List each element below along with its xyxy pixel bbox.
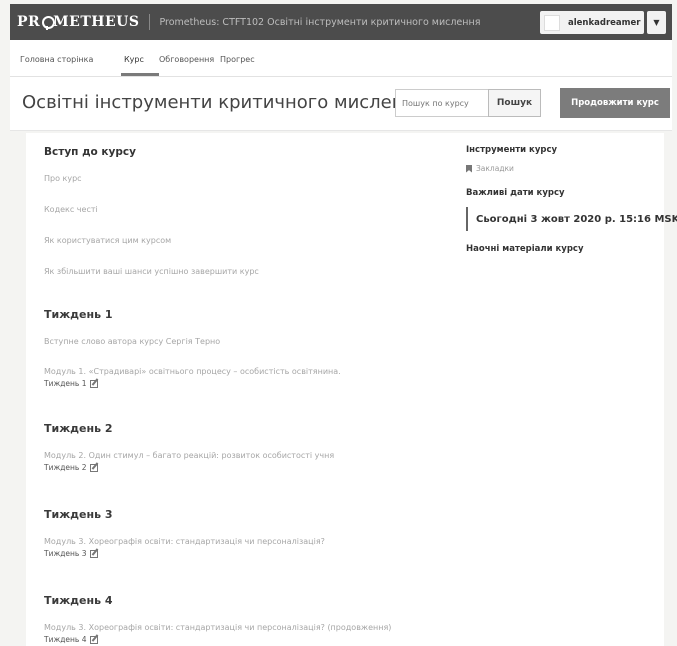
week-1-link-intro[interactable]: Вступне слово автора курсу Сергія Терно	[44, 337, 220, 346]
tab-progress[interactable]: Прогрес	[220, 55, 255, 64]
search-button[interactable]: Пошук	[488, 89, 541, 117]
course-outline: Вступ до курсу Про курс Кодекс честі Як …	[26, 133, 677, 646]
week-2-sub: Тиждень 2	[44, 463, 98, 472]
avatar	[544, 14, 560, 31]
continue-course-button[interactable]: Продовжити курс	[560, 88, 670, 118]
week-2-title: Тиждень 2	[44, 422, 113, 435]
page-title: Освітні інструменти критичного мислення	[22, 92, 427, 113]
important-dates-title: Важливі дати курсу	[466, 188, 565, 198]
pencil-edit-icon[interactable]	[89, 463, 98, 472]
pencil-edit-icon[interactable]	[89, 379, 98, 388]
dropdown-caret-icon: ▼	[653, 18, 660, 27]
pencil-edit-icon[interactable]	[89, 549, 98, 558]
week-1-link-module[interactable]: Модуль 1. «Страдиварі» освітнього процес…	[44, 367, 341, 376]
username: alenkadreamer	[568, 17, 641, 28]
week-4-title: Тиждень 4	[44, 594, 113, 607]
week-1-sub: Тиждень 1	[44, 379, 98, 388]
week-2-link-module[interactable]: Модуль 2. Один стимул – багато реакцій: …	[44, 451, 334, 460]
intro-link-honor-code[interactable]: Кодекс честі	[44, 205, 98, 214]
search-input[interactable]	[395, 89, 493, 117]
top-bar: PR METHEUS Prometheus: CTFT102 Освітні ін…	[10, 4, 672, 40]
week-4-sub: Тиждень 4	[44, 635, 98, 644]
bookmarks-link[interactable]: Закладки	[466, 164, 514, 173]
logo-o-icon	[41, 15, 56, 30]
week-1-title: Тиждень 1	[44, 308, 113, 321]
tab-course[interactable]: Курс	[124, 55, 144, 64]
intro-title: Вступ до курсу	[44, 146, 136, 158]
tab-discussion[interactable]: Обговорення	[159, 55, 214, 64]
divider	[149, 14, 151, 30]
course-materials-title[interactable]: Наочні матеріали курсу	[466, 244, 584, 254]
bookmark-icon	[466, 164, 472, 173]
prometheus-logo[interactable]: PR METHEUS	[17, 14, 139, 30]
intro-link-how-to-use[interactable]: Як користуватися цим курсом	[44, 236, 171, 245]
week-4-link-module[interactable]: Модуль 3. Хореографія освіти: стандартиз…	[44, 623, 391, 632]
course-nav: Головна сторінка Курс Обговорення Прогре…	[10, 40, 672, 77]
tab-home[interactable]: Головна сторінка	[20, 55, 93, 64]
user-menu[interactable]: alenkadreamer	[540, 11, 644, 34]
today-date: Сьогодні 3 жовт 2020 р. 15:16 MSK	[466, 207, 677, 231]
active-tab-indicator	[121, 73, 159, 76]
week-3-sub: Тиждень 3	[44, 549, 98, 558]
course-tools-title: Інструменти курсу	[466, 145, 558, 155]
pencil-edit-icon[interactable]	[89, 635, 98, 644]
course-header: Освітні інструменти критичного мислення …	[10, 77, 672, 131]
week-3-link-module[interactable]: Модуль 3. Хореографія освіти: стандартиз…	[44, 537, 325, 546]
intro-link-success-tips[interactable]: Як збільшити ваші шанси успішно завершит…	[44, 267, 259, 276]
intro-link-about[interactable]: Про курс	[44, 174, 82, 183]
week-3-title: Тиждень 3	[44, 508, 113, 521]
user-dropdown-toggle[interactable]: ▼	[647, 11, 666, 34]
course-title: Prometheus: CTFT102 Освітні інструменти …	[159, 16, 481, 28]
